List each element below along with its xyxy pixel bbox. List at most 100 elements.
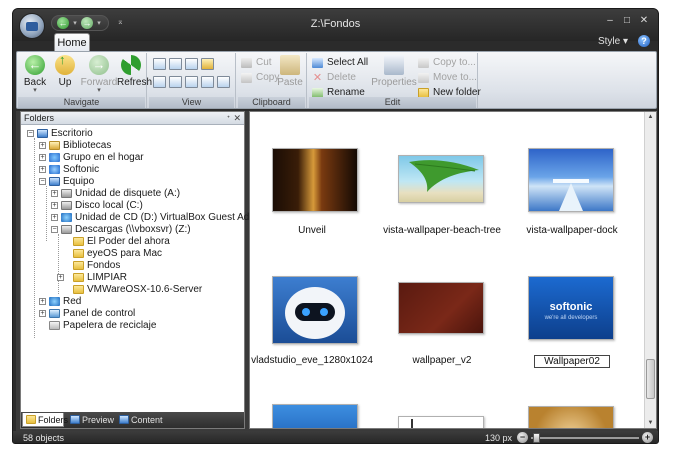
copy-to-label: Copy to... xyxy=(433,57,476,68)
cd-icon xyxy=(61,213,72,222)
view-details-icon[interactable] xyxy=(169,76,182,88)
palm-leaf-art xyxy=(409,160,479,192)
view-thumbnails-icon[interactable] xyxy=(201,58,214,70)
tab-home[interactable]: Home xyxy=(54,33,90,53)
view-small-icons-icon[interactable] xyxy=(185,58,198,70)
expand-toggle[interactable]: + xyxy=(51,214,58,221)
expand-toggle[interactable]: + xyxy=(39,166,46,173)
thumbnail-beach-tree xyxy=(398,155,484,203)
select-all-label: Select All xyxy=(327,57,369,68)
network-drive-icon xyxy=(61,225,72,234)
close-button[interactable]: ✕ xyxy=(637,15,651,27)
collapse-toggle[interactable]: − xyxy=(27,130,34,137)
folder-icon xyxy=(73,273,84,282)
clipboard-group: Cut Copy Paste Clipboard xyxy=(237,53,307,108)
scroll-up-icon[interactable]: ▲ xyxy=(645,112,656,122)
scrollbar-thumb[interactable] xyxy=(646,359,655,399)
collapse-toggle[interactable]: − xyxy=(39,178,46,185)
paste-label: Paste xyxy=(277,77,303,88)
view-columns-icon[interactable] xyxy=(217,76,230,88)
folder-icon xyxy=(73,285,84,294)
tab-folders-label: Folders xyxy=(38,415,69,425)
robot-art xyxy=(285,287,345,339)
move-to-button[interactable]: Move to... xyxy=(418,71,477,85)
view-medium-icons-icon[interactable] xyxy=(169,58,182,70)
tab-folders[interactable]: Folders xyxy=(22,413,68,427)
thumbnail-unveil xyxy=(272,148,358,212)
copy-button[interactable]: Copy xyxy=(241,71,279,85)
style-menu[interactable]: Style ▾ xyxy=(598,36,628,47)
zoom-slider[interactable] xyxy=(531,437,639,439)
delete-button[interactable]: ✕ Delete xyxy=(312,71,356,85)
cut-button[interactable]: Cut xyxy=(241,56,272,70)
refresh-button[interactable]: Refresh xyxy=(117,55,152,88)
forward-dropdown-icon[interactable]: ▾ xyxy=(79,87,119,94)
network-icon xyxy=(49,297,60,306)
maximize-button[interactable]: □ xyxy=(620,15,634,27)
select-all-button[interactable]: Select All xyxy=(312,56,368,70)
expand-toggle[interactable]: + xyxy=(39,298,46,305)
properties-label: Properties xyxy=(371,77,417,88)
file-name: vista-wallpaper-dock xyxy=(526,225,618,236)
vertical-scrollbar[interactable]: ▲ ▼ xyxy=(644,112,656,428)
view-tiles-icon[interactable] xyxy=(185,76,198,88)
control-panel-icon xyxy=(49,309,60,318)
pane-close-icon[interactable]: ✕ xyxy=(233,112,241,125)
thumbnail-wallpaper-v2 xyxy=(398,282,484,334)
tree-item-label: Unidad de disquete (A:) xyxy=(75,188,181,199)
zoom-in-icon[interactable]: + xyxy=(642,432,653,443)
expand-toggle[interactable]: + xyxy=(39,142,46,149)
refresh-icon xyxy=(121,55,141,75)
folder-icon xyxy=(73,249,84,258)
up-button[interactable]: Up xyxy=(50,52,80,88)
back-button[interactable]: Back ▾ xyxy=(20,55,50,94)
tab-preview[interactable]: Preview xyxy=(67,413,114,427)
forward-button[interactable]: Forward ▾ xyxy=(79,55,119,94)
back-dropdown-icon[interactable]: ▾ xyxy=(20,87,50,94)
dock-art xyxy=(553,179,589,211)
move-to-label: Move to... xyxy=(433,72,477,83)
content-tab-icon xyxy=(119,415,129,424)
collapse-toggle[interactable]: − xyxy=(51,226,58,233)
tree-item-label: Grupo en el hogar xyxy=(63,152,144,163)
computer-icon xyxy=(49,177,60,186)
tree-item-label: Papelera de reciclaje xyxy=(63,320,157,331)
tree-item-label: Escritorio xyxy=(51,128,93,139)
tree-item-label: El Poder del ahora xyxy=(87,236,170,247)
zoom-out-icon[interactable]: − xyxy=(517,432,528,443)
main-area: Folders ᐩ ✕ − Escritorio + Bibliotecas +… xyxy=(16,111,657,431)
edit-group: Select All ✕ Delete Rename Properties Co… xyxy=(308,53,481,108)
expand-toggle[interactable]: + xyxy=(51,202,58,209)
delete-icon: ✕ xyxy=(312,72,323,84)
thumbnail-partial xyxy=(528,406,614,428)
back-arrow-icon xyxy=(25,55,45,75)
paste-button[interactable]: Paste xyxy=(275,55,305,88)
thumbnail-vladstudio-eve xyxy=(272,276,358,344)
pin-icon[interactable]: ᐩ xyxy=(227,112,230,125)
up-label: Up xyxy=(58,77,72,88)
navigate-group: Back ▾ Up Forward ▾ Refresh Navigate xyxy=(17,52,152,108)
view-list-icon[interactable] xyxy=(153,76,166,88)
cut-label: Cut xyxy=(256,57,272,68)
scroll-down-icon[interactable]: ▼ xyxy=(645,418,656,428)
expand-toggle[interactable]: + xyxy=(51,190,58,197)
tab-content-label: Content xyxy=(131,415,163,425)
help-icon[interactable]: ? xyxy=(638,35,650,47)
file-name: wallpaper_v2 xyxy=(412,355,472,366)
refresh-label: Refresh xyxy=(117,77,153,88)
tab-content[interactable]: Content xyxy=(116,413,170,427)
zoom-value: 130 px xyxy=(485,433,513,443)
expand-toggle[interactable]: + xyxy=(39,310,46,317)
properties-button[interactable]: Properties xyxy=(370,55,418,88)
minimize-button[interactable]: ‒ xyxy=(603,15,617,27)
tree-item-label: Softonic xyxy=(63,164,100,175)
view-large-icons-icon[interactable] xyxy=(153,58,166,70)
view-content-icon[interactable] xyxy=(201,76,214,88)
folder-icon xyxy=(73,261,84,270)
expand-toggle[interactable]: + xyxy=(57,274,64,281)
library-icon xyxy=(49,141,60,150)
rename-field[interactable]: Wallpaper02 xyxy=(534,355,610,368)
expand-toggle[interactable]: + xyxy=(39,154,46,161)
zoom-slider-thumb[interactable] xyxy=(533,433,541,443)
copy-to-button[interactable]: Copy to... xyxy=(418,56,476,70)
